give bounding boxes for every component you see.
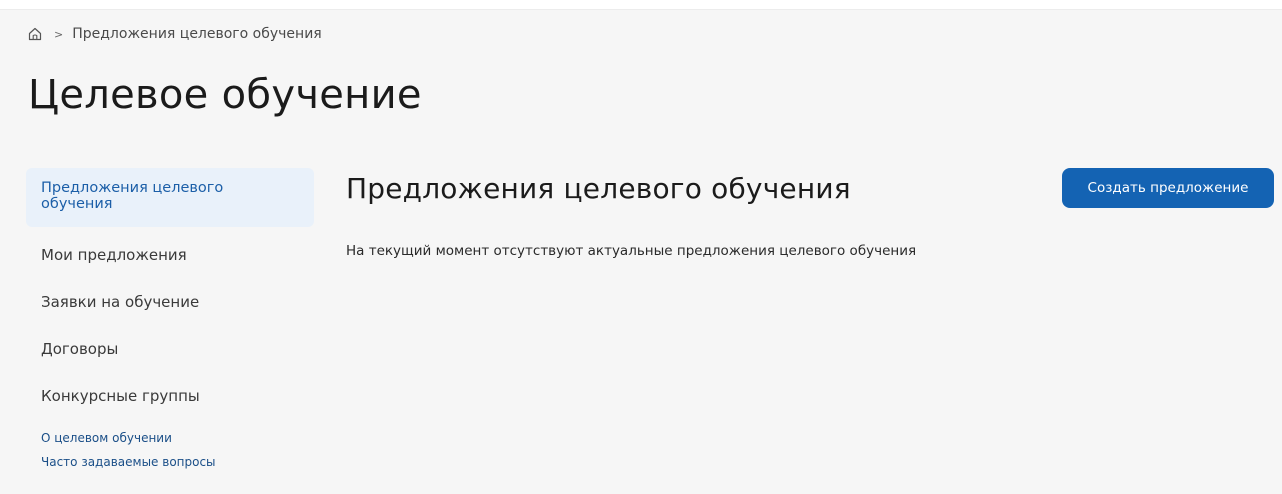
home-icon[interactable] — [28, 27, 42, 41]
create-offer-button[interactable]: Создать предложение — [1062, 168, 1274, 208]
breadcrumb-separator: > — [54, 27, 64, 41]
sidebar-item-applications[interactable]: Заявки на обучение — [26, 278, 314, 325]
section-title: Предложения целевого обучения — [346, 172, 851, 205]
empty-state-message: На текущий момент отсутствуют актуальные… — [346, 243, 917, 259]
sidebar-item-contracts[interactable]: Договоры — [26, 325, 314, 372]
link-faq[interactable]: Часто задаваемые вопросы — [26, 455, 314, 469]
sidebar-item-my-offers[interactable]: Мои предложения — [26, 231, 314, 278]
link-about-target-training[interactable]: О целевом обучении — [26, 431, 314, 445]
breadcrumb: > Предложения целевого обучения — [28, 26, 322, 42]
page-title: Целевое обучение — [28, 72, 422, 118]
sidebar-item-label: Предложения целевого обучения — [41, 180, 224, 212]
sidebar-item-competition-groups[interactable]: Конкурсные группы — [26, 372, 314, 419]
sidebar-item-label: Договоры — [41, 339, 119, 358]
sidebar-item-offers[interactable]: Предложения целевого обучения — [26, 168, 314, 227]
breadcrumb-current: Предложения целевого обучения — [72, 26, 322, 42]
top-bar — [0, 0, 1282, 10]
sidebar-item-label: Мои предложения — [41, 245, 187, 264]
sidebar-item-label: Конкурсные группы — [41, 386, 200, 405]
sidebar-item-label: Заявки на обучение — [41, 292, 200, 311]
sidebar: Предложения целевого обучения Мои предло… — [26, 168, 314, 469]
